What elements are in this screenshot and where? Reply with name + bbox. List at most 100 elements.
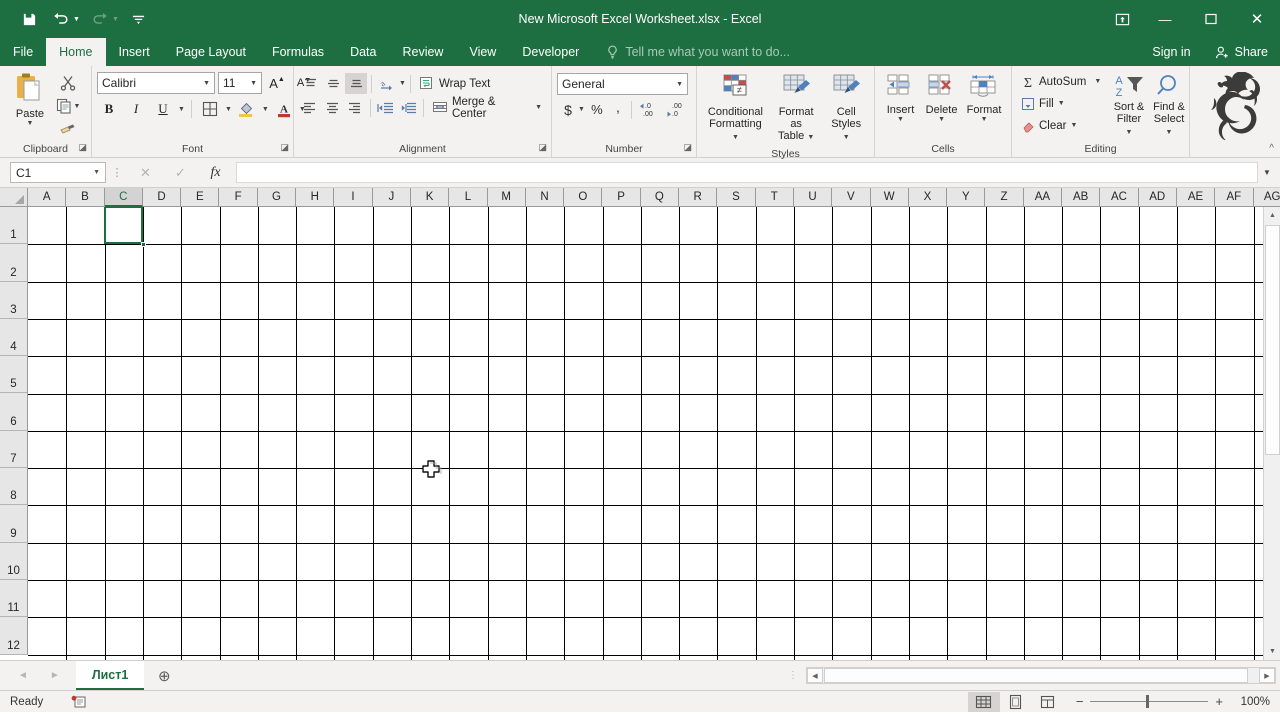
insert-function-button[interactable]: fx bbox=[198, 162, 233, 183]
ribbon-display-options-icon[interactable] bbox=[1102, 4, 1142, 34]
tab-view[interactable]: View bbox=[456, 38, 509, 66]
column-header-N[interactable]: N bbox=[525, 188, 565, 207]
fill-color-icon[interactable] bbox=[235, 98, 259, 120]
number-dialog-launcher-icon[interactable]: ◪ bbox=[683, 139, 692, 156]
vertical-scrollbar-thumb[interactable] bbox=[1265, 225, 1280, 455]
merge-center-chevron-down-icon[interactable]: ▼ bbox=[535, 104, 542, 111]
row-header-8[interactable]: 8 bbox=[0, 468, 28, 506]
column-header-AC[interactable]: AC bbox=[1100, 188, 1139, 207]
increase-decimal-icon[interactable]: .0.00 bbox=[636, 99, 662, 120]
format-as-table-button[interactable]: Format as Table ▼ bbox=[769, 72, 824, 146]
find-select-button[interactable]: Find & Select ▼ bbox=[1149, 71, 1189, 141]
confirm-edit-button[interactable]: ✓ bbox=[163, 162, 198, 183]
column-header-P[interactable]: P bbox=[602, 188, 641, 207]
column-header-A[interactable]: A bbox=[28, 188, 67, 207]
worksheet-grid[interactable]: A B C D E F G H I J K L M N O P Q R S T U V W X Y Z AA AB AC AD AE AF AG… bbox=[0, 188, 1280, 660]
scroll-right-arrow-icon[interactable]: ▶ bbox=[1259, 668, 1275, 683]
percent-style-button[interactable]: % bbox=[586, 99, 608, 120]
column-header-X[interactable]: X bbox=[908, 188, 948, 207]
next-sheet-icon[interactable]: ► bbox=[50, 670, 60, 681]
column-header-AF[interactable]: AF bbox=[1215, 188, 1254, 207]
clipboard-dialog-launcher-icon[interactable]: ◪ bbox=[78, 139, 87, 156]
copy-icon[interactable]: ▼ bbox=[55, 95, 81, 117]
restore-button[interactable] bbox=[1188, 4, 1234, 34]
row-header-10[interactable]: 10 bbox=[0, 542, 28, 580]
sheet-tab-list1[interactable]: Лист1 bbox=[75, 661, 145, 690]
name-box-chevron-down-icon[interactable]: ▼ bbox=[93, 169, 100, 176]
sign-in-button[interactable]: Sign in bbox=[1140, 45, 1202, 59]
column-header-R[interactable]: R bbox=[679, 188, 718, 207]
fill-color-chevron-down-icon[interactable]: ▼ bbox=[262, 106, 269, 113]
row-header-9[interactable]: 9 bbox=[0, 505, 28, 543]
column-header-AD[interactable]: AD bbox=[1138, 188, 1177, 207]
grid-cells-area[interactable] bbox=[28, 207, 1280, 660]
insert-cells-chevron-down-icon[interactable]: ▼ bbox=[897, 116, 904, 123]
format-painter-icon[interactable] bbox=[55, 118, 81, 140]
tell-me-search[interactable]: Tell me what you want to do... bbox=[592, 38, 790, 66]
alignment-dialog-launcher-icon[interactable]: ◪ bbox=[538, 139, 547, 156]
row-header-1[interactable]: 1 bbox=[0, 207, 28, 245]
wrap-text-button[interactable]: Wrap Text bbox=[415, 73, 494, 94]
align-middle-button[interactable] bbox=[322, 73, 344, 94]
accounting-chevron-down-icon[interactable]: ▼ bbox=[578, 106, 585, 113]
column-header-W[interactable]: W bbox=[870, 188, 909, 207]
column-header-T[interactable]: T bbox=[755, 188, 794, 207]
column-header-O[interactable]: O bbox=[564, 188, 603, 207]
format-as-table-chevron-down-icon[interactable]: ▼ bbox=[807, 134, 814, 141]
row-header-6[interactable]: 6 bbox=[0, 393, 28, 431]
cancel-edit-button[interactable]: ✕ bbox=[128, 162, 163, 183]
decrease-indent-icon[interactable] bbox=[375, 97, 397, 118]
align-center-button[interactable] bbox=[322, 97, 344, 118]
row-header-4[interactable]: 4 bbox=[0, 318, 28, 357]
borders-chevron-down-icon[interactable]: ▼ bbox=[225, 106, 232, 113]
paste-button[interactable]: Paste ▼ bbox=[5, 70, 55, 129]
save-icon[interactable] bbox=[14, 6, 44, 32]
zoom-in-button[interactable]: + bbox=[1215, 695, 1223, 708]
tab-insert[interactable]: Insert bbox=[106, 38, 163, 66]
zoom-slider-thumb[interactable] bbox=[1146, 695, 1150, 708]
column-header-G[interactable]: G bbox=[257, 188, 297, 207]
column-header-E[interactable]: E bbox=[181, 188, 220, 207]
increase-font-size-button[interactable]: A ▲ bbox=[265, 72, 289, 94]
delete-cells-button[interactable]: Delete ▼ bbox=[922, 72, 962, 125]
name-box[interactable]: C1 ▼ bbox=[10, 162, 106, 183]
borders-icon[interactable] bbox=[198, 98, 222, 120]
share-button[interactable]: Share bbox=[1203, 45, 1280, 60]
formula-input[interactable] bbox=[236, 162, 1258, 183]
bold-button[interactable]: B bbox=[97, 98, 121, 120]
scroll-splitter[interactable]: ⋮ bbox=[780, 670, 806, 681]
cell-styles-chevron-down-icon[interactable]: ▼ bbox=[843, 134, 850, 141]
scroll-up-arrow-icon[interactable]: ▲ bbox=[1264, 207, 1280, 224]
increase-indent-icon[interactable] bbox=[397, 97, 419, 118]
tab-file[interactable]: File bbox=[0, 38, 46, 66]
font-name-combo[interactable]: Calibri ▼ bbox=[97, 72, 215, 94]
select-all-button[interactable] bbox=[0, 188, 28, 207]
column-header-U[interactable]: U bbox=[793, 188, 833, 207]
column-header-H[interactable]: H bbox=[296, 188, 335, 207]
column-header-V[interactable]: V bbox=[832, 188, 871, 207]
tab-home[interactable]: Home bbox=[46, 38, 106, 66]
copy-chevron-down-icon[interactable]: ▼ bbox=[74, 103, 81, 110]
column-header-Y[interactable]: Y bbox=[947, 188, 986, 207]
column-header-B[interactable]: B bbox=[66, 188, 105, 207]
format-cells-chevron-down-icon[interactable]: ▼ bbox=[981, 116, 988, 123]
font-dialog-launcher-icon[interactable]: ◪ bbox=[280, 139, 289, 156]
undo-chevron-down-icon[interactable]: ▼ bbox=[73, 16, 80, 23]
number-format-chevron-down-icon[interactable]: ▼ bbox=[672, 81, 683, 88]
previous-sheet-icon[interactable]: ◄ bbox=[18, 670, 28, 681]
add-sheet-button[interactable]: ⊕ bbox=[144, 661, 184, 690]
page-layout-view-button[interactable] bbox=[1000, 692, 1032, 712]
expand-formula-bar-icon[interactable]: ▼ bbox=[1258, 162, 1276, 183]
paste-chevron-down-icon[interactable]: ▼ bbox=[27, 120, 34, 127]
column-header-Q[interactable]: Q bbox=[640, 188, 680, 207]
zoom-slider[interactable] bbox=[1090, 695, 1209, 709]
comma-style-button[interactable]: , bbox=[609, 99, 627, 120]
conditional-formatting-button[interactable]: ≠ Conditional Formatting ▼ bbox=[702, 72, 769, 146]
horizontal-scrollbar[interactable]: ◀ ▶ bbox=[806, 667, 1276, 684]
align-top-button[interactable] bbox=[299, 73, 321, 94]
column-header-M[interactable]: M bbox=[487, 188, 526, 207]
tab-data[interactable]: Data bbox=[337, 38, 389, 66]
column-header-AE[interactable]: AE bbox=[1176, 188, 1216, 207]
record-macro-icon[interactable] bbox=[43, 695, 86, 709]
align-right-button[interactable] bbox=[344, 97, 366, 118]
